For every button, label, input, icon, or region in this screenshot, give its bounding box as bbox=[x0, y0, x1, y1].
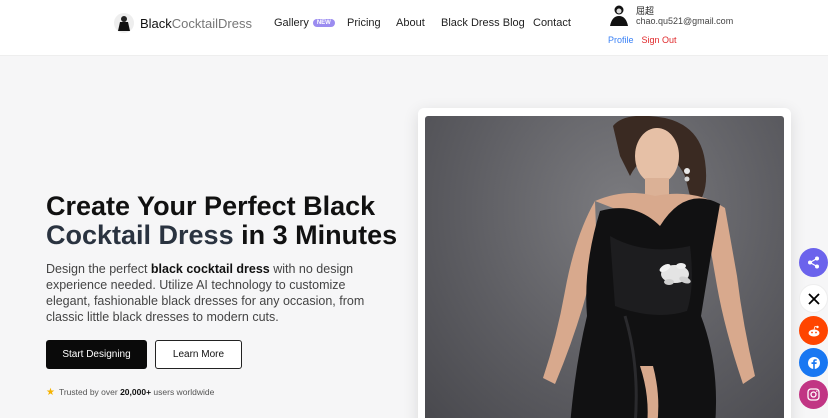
trusted-note: ★ Trusted by over 20,000+ users worldwide bbox=[46, 387, 214, 398]
hero-desc-part1: Design the perfect bbox=[46, 262, 151, 276]
hero-description: Design the perfect black cocktail dress … bbox=[46, 261, 391, 325]
trusted-suffix: users worldwide bbox=[151, 387, 215, 397]
nav-gallery-label: Gallery bbox=[274, 17, 309, 29]
dress-model-illustration bbox=[543, 116, 755, 418]
new-badge: NEW bbox=[312, 19, 335, 28]
hero-desc-bold: black cocktail dress bbox=[150, 262, 270, 276]
logo-text-light: CocktailDress bbox=[171, 15, 252, 31]
hero-title: Create Your Perfect Black Cocktail Dress … bbox=[46, 192, 416, 250]
nav-contact[interactable]: Contact bbox=[533, 17, 571, 29]
instagram-icon[interactable] bbox=[799, 380, 828, 409]
trusted-prefix: Trusted by over bbox=[58, 387, 121, 397]
profile-link[interactable]: Profile bbox=[608, 35, 634, 45]
share-icon[interactable] bbox=[799, 248, 828, 277]
reddit-icon[interactable] bbox=[799, 316, 828, 345]
hero-title-part1: Create Your Perfect Black bbox=[46, 191, 376, 221]
trusted-count: 20,000+ bbox=[120, 387, 152, 397]
star-icon: ★ bbox=[46, 387, 55, 398]
hero-title-part2: in 3 Minutes bbox=[233, 220, 398, 250]
facebook-icon[interactable] bbox=[799, 348, 828, 377]
sign-out-link[interactable]: Sign Out bbox=[642, 35, 677, 45]
user-email: chao.qu521@gmail.com bbox=[636, 16, 734, 26]
learn-more-button[interactable]: Learn More bbox=[155, 340, 242, 369]
nav-gallery[interactable]: Gallery NEW bbox=[274, 17, 335, 29]
avatar[interactable] bbox=[608, 4, 630, 26]
nav-pricing[interactable]: Pricing bbox=[347, 17, 381, 29]
nav-blog[interactable]: Black Dress Blog bbox=[441, 17, 525, 29]
site-logo[interactable]: BlackCocktailDress bbox=[114, 13, 252, 33]
hero-title-accent: Cocktail Dress bbox=[46, 220, 234, 250]
logo-text: BlackCocktailDress bbox=[140, 16, 252, 31]
x-icon[interactable] bbox=[799, 284, 828, 313]
start-designing-button[interactable]: Start Designing bbox=[46, 340, 147, 369]
hero-dress-image bbox=[425, 116, 784, 418]
dress-logo-icon bbox=[114, 13, 134, 33]
nav-about[interactable]: About bbox=[396, 17, 425, 29]
logo-text-strong: Black bbox=[140, 15, 172, 31]
user-links: Profile Sign Out bbox=[608, 35, 677, 45]
site-header: BlackCocktailDress Gallery NEW Pricing Ab… bbox=[0, 0, 828, 56]
